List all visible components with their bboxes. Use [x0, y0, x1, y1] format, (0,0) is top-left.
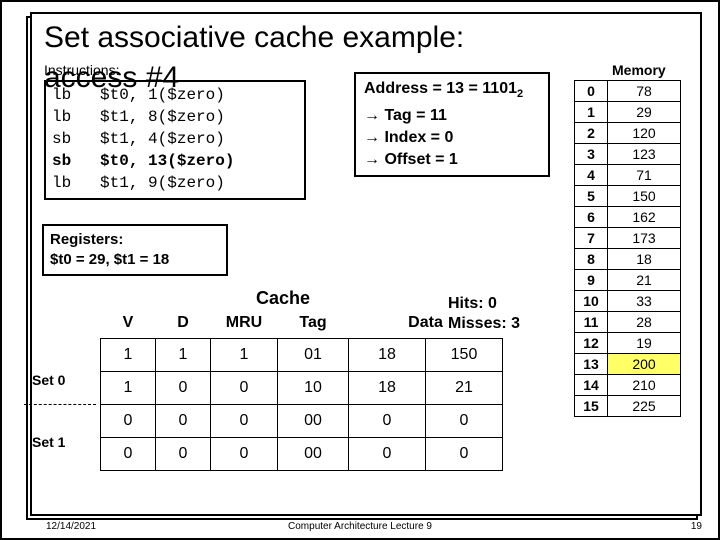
memory-row: 921 — [575, 270, 681, 291]
footer-center: Computer Architecture Lecture 9 — [2, 521, 718, 532]
memory-row: 3123 — [575, 144, 681, 165]
instruction-row: lb $t0, 1($zero) — [52, 84, 298, 106]
memory-value: 123 — [608, 144, 681, 165]
memory-row: 13200 — [575, 354, 681, 375]
title-line1: Set associative cache example: — [44, 21, 464, 54]
memory-value: 71 — [608, 165, 681, 186]
memory-row: 1128 — [575, 312, 681, 333]
cache-table: V D MRU Tag Data 11101181501001018210000… — [100, 312, 503, 471]
memory-row: 818 — [575, 249, 681, 270]
hits-label: Hits: 0 — [448, 294, 520, 314]
set1-label: Set 1 — [32, 434, 65, 450]
cache-row: 0000000 — [101, 438, 503, 471]
memory-row: 5150 — [575, 186, 681, 207]
memory-value: 200 — [608, 354, 681, 375]
memory-value: 162 — [608, 207, 681, 228]
memory-row: 6162 — [575, 207, 681, 228]
cache-row: 0000000 — [101, 405, 503, 438]
memory-value: 33 — [608, 291, 681, 312]
memory-row: 14210 — [575, 375, 681, 396]
memory-value: 210 — [608, 375, 681, 396]
memory-value: 78 — [608, 81, 681, 102]
memory-index: 13 — [575, 354, 608, 375]
memory-index: 5 — [575, 186, 608, 207]
slide: Set associative cache example: access #4… — [0, 0, 720, 540]
memory-row: 2120 — [575, 123, 681, 144]
memory-value: 29 — [608, 102, 681, 123]
memory-row: 471 — [575, 165, 681, 186]
instruction-row: lb $t1, 8($zero) — [52, 106, 298, 128]
set-divider — [24, 404, 96, 405]
memory-row: 15225 — [575, 396, 681, 417]
memory-row: 7173 — [575, 228, 681, 249]
memory-index: 10 — [575, 291, 608, 312]
cache-header-v: V — [101, 312, 156, 339]
memory-value: 21 — [608, 270, 681, 291]
memory-value: 18 — [608, 249, 681, 270]
memory-index: 9 — [575, 270, 608, 291]
memory-index: 4 — [575, 165, 608, 186]
registers-values: $t0 = 29, $t1 = 18 — [50, 250, 220, 270]
instruction-row-current: sb $t0, 13($zero) — [52, 150, 298, 172]
set0-label: Set 0 — [32, 372, 65, 388]
instructions-box: lb $t0, 1($zero) lb $t1, 8($zero) sb $t1… — [44, 80, 306, 200]
memory-value: 120 — [608, 123, 681, 144]
memory-index: 6 — [575, 207, 608, 228]
memory-label: Memory — [612, 62, 666, 78]
memory-index: 0 — [575, 81, 608, 102]
memory-index: 8 — [575, 249, 608, 270]
memory-value: 150 — [608, 186, 681, 207]
instructions-label: Instructions: — [44, 62, 119, 78]
cache-header-mru: MRU — [211, 312, 278, 339]
cache-row: 100101821 — [101, 372, 503, 405]
memory-value: 28 — [608, 312, 681, 333]
memory-index: 1 — [575, 102, 608, 123]
memory-value: 225 — [608, 396, 681, 417]
memory-index: 3 — [575, 144, 608, 165]
index-line: → Index = 0 — [364, 127, 540, 149]
memory-row: 1219 — [575, 333, 681, 354]
registers-title: Registers: — [50, 230, 220, 250]
memory-value: 173 — [608, 228, 681, 249]
address-line: Address = 13 = 11012 — [364, 78, 540, 105]
memory-index: 11 — [575, 312, 608, 333]
instruction-row: lb $t1, 9($zero) — [52, 172, 298, 194]
memory-row: 129 — [575, 102, 681, 123]
registers-box: Registers: $t0 = 29, $t1 = 18 — [42, 224, 228, 276]
cache-header-data: Data — [349, 312, 503, 339]
cache-label: Cache — [256, 288, 310, 309]
memory-index: 15 — [575, 396, 608, 417]
cache-header-d: D — [156, 312, 211, 339]
memory-index: 14 — [575, 375, 608, 396]
memory-index: 7 — [575, 228, 608, 249]
cache-row: 1110118150 — [101, 339, 503, 372]
memory-table: 0781292120312347151506162717381892110331… — [574, 80, 681, 417]
memory-index: 2 — [575, 123, 608, 144]
memory-index: 12 — [575, 333, 608, 354]
memory-value: 19 — [608, 333, 681, 354]
tag-line: → Tag = 11 — [364, 105, 540, 127]
offset-line: → Offset = 1 — [364, 149, 540, 171]
instruction-row: sb $t1, 4($zero) — [52, 128, 298, 150]
memory-row: 078 — [575, 81, 681, 102]
cache-header-tag: Tag — [278, 312, 349, 339]
address-box: Address = 13 = 11012 → Tag = 11 → Index … — [354, 72, 550, 177]
memory-row: 1033 — [575, 291, 681, 312]
footer-page: 19 — [691, 521, 702, 532]
